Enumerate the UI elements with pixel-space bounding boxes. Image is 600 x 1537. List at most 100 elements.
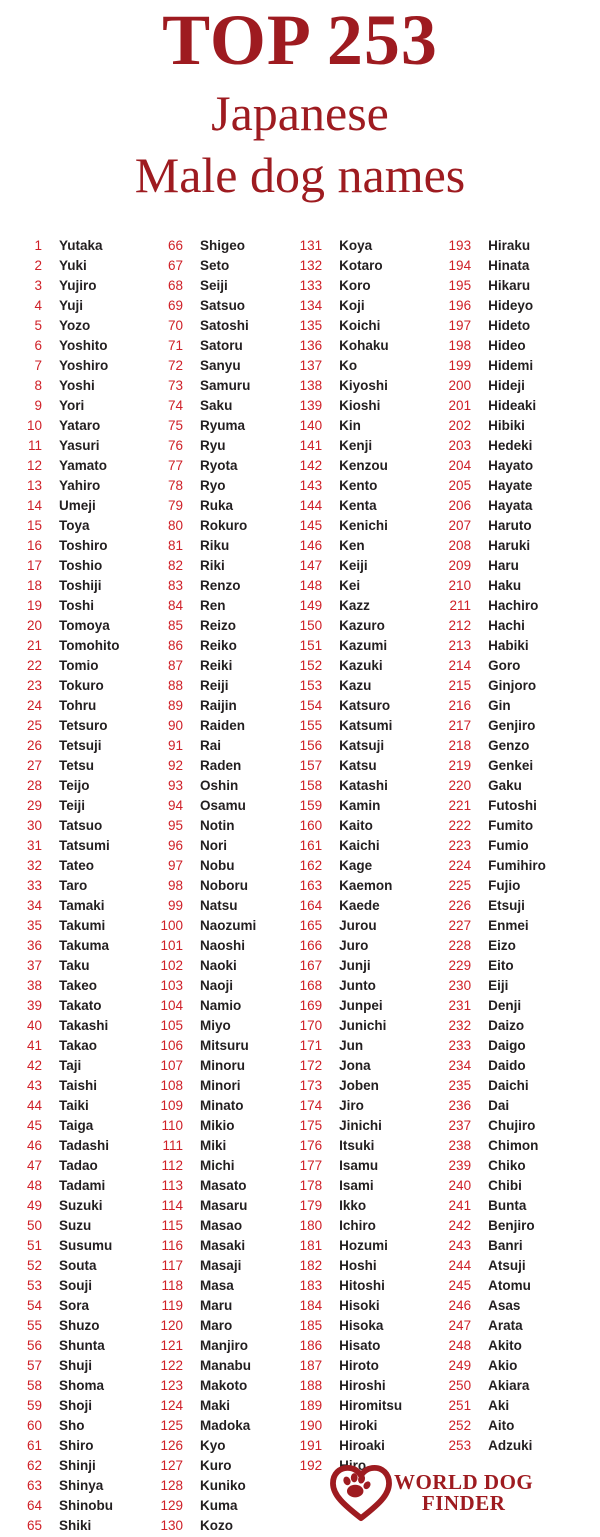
name-row: 145 Kenichi [292,516,441,536]
dog-name: Shinya [59,1478,104,1493]
rank-number: 205 [448,478,472,493]
dog-name: Kenzou [339,458,388,473]
dog-name: Gaku [488,778,522,793]
dog-name: Goro [488,658,521,673]
dog-name: Eizo [488,938,516,953]
name-row: 50 Suzu [14,1216,153,1236]
rank-number: 145 [299,518,323,533]
rank-number: 72 [168,358,184,373]
name-row: 123 Makoto [153,1376,292,1396]
rank-number: 181 [299,1238,323,1253]
dog-name: Jona [339,1058,371,1073]
name-row: 67 Seto [153,256,292,276]
name-row: 180 Ichiro [292,1216,441,1236]
dog-name: Masa [200,1278,234,1293]
rank-number: 93 [168,778,184,793]
name-row: 224 Fumihiro [441,856,600,876]
name-row: 92 Raden [153,756,292,776]
rank-number: 163 [299,878,323,893]
dog-name: Seiji [200,278,228,293]
name-row: 225 Fujio [441,876,600,896]
name-row: 109 Minato [153,1096,292,1116]
rank-number: 108 [160,1078,184,1093]
rank-number: 161 [299,838,323,853]
world-dog-finder-logo[interactable]: WORLD DOG FINDER [330,1462,550,1524]
rank-number: 198 [448,338,472,353]
name-row: 125 Madoka [153,1416,292,1436]
name-row: 61 Shiro [14,1436,153,1456]
rank-number: 223 [448,838,472,853]
dog-name: Bunta [488,1198,527,1213]
rank-number: 17 [26,558,42,573]
name-row: 170 Junichi [292,1016,441,1036]
rank-number: 242 [448,1218,472,1233]
rank-number: 107 [160,1058,184,1073]
rank-number: 86 [168,638,184,653]
name-row: 18 Toshiji [14,576,153,596]
dog-name: Naozumi [200,918,257,933]
rank-number: 40 [26,1018,42,1033]
rank-number: 236 [448,1098,472,1113]
dog-name: Hachi [488,618,525,633]
rank-number: 127 [160,1458,184,1473]
dog-name: Junichi [339,1018,387,1033]
dog-name: Kaito [339,818,373,833]
dog-name: Renzo [200,578,241,593]
name-row: 157 Katsu [292,756,441,776]
dog-name: Hinata [488,258,530,273]
name-row: 135 Koichi [292,316,441,336]
rank-number: 10 [26,418,42,433]
logo-line-1: WORLD DOG [394,1470,534,1494]
rank-number: 67 [168,258,184,273]
name-row: 153 Kazu [292,676,441,696]
rank-number: 148 [299,578,323,593]
dog-name: Genkei [488,758,534,773]
dog-name: Denji [488,998,522,1013]
name-row: 134 Koji [292,296,441,316]
name-row: 35 Takumi [14,916,153,936]
rank-number: 8 [34,378,42,393]
rank-number: 53 [26,1278,42,1293]
rank-number: 35 [26,918,42,933]
rank-number: 83 [168,578,184,593]
rank-number: 211 [449,598,472,613]
name-row: 87 Reiki [153,656,292,676]
name-row: 22 Tomio [14,656,153,676]
dog-name: Teijo [59,778,90,793]
name-row: 195 Hikaru [441,276,600,296]
dog-name: Naoki [200,958,237,973]
dog-name: Kage [339,858,373,873]
rank-number: 37 [26,958,42,973]
name-row: 8 Yoshi [14,376,153,396]
rank-number: 237 [448,1118,472,1133]
dog-name: Jinichi [339,1118,382,1133]
name-row: 6 Yoshito [14,336,153,356]
column-1: 1 Yutaka 2 Yuki 3 Yujiro 4 Yuji 5 Yozo 6 Yoshito 7 Yo… [0,236,153,1536]
rank-number: 39 [26,998,42,1013]
dog-name: Teiji [59,798,86,813]
rank-number: 104 [160,998,184,1013]
dog-name: Ruka [200,498,234,513]
rank-number: 29 [26,798,42,813]
dog-name: Hiraku [488,238,531,253]
name-row: 155 Katsumi [292,716,441,736]
rank-number: 153 [299,678,323,693]
dog-name: Hisoka [339,1318,384,1333]
dog-name: Toshi [59,598,94,613]
rank-number: 197 [448,318,472,333]
dog-name: Chujiro [488,1118,536,1133]
dog-name: Yujiro [59,278,97,293]
dog-name: Minori [200,1078,241,1093]
dog-name: Yoshito [59,338,108,353]
dog-name: Tateo [59,858,95,873]
dog-name: Hozumi [339,1238,388,1253]
dog-name: Fumihiro [488,858,546,873]
rank-number: 92 [168,758,184,773]
rank-number: 180 [299,1218,323,1233]
rank-number: 82 [168,558,184,573]
name-row: 236 Dai [441,1096,600,1116]
dog-name: Akiara [488,1378,530,1393]
dog-name: Yataro [59,418,101,433]
name-row: 148 Kei [292,576,441,596]
dog-name: Oshin [200,778,239,793]
